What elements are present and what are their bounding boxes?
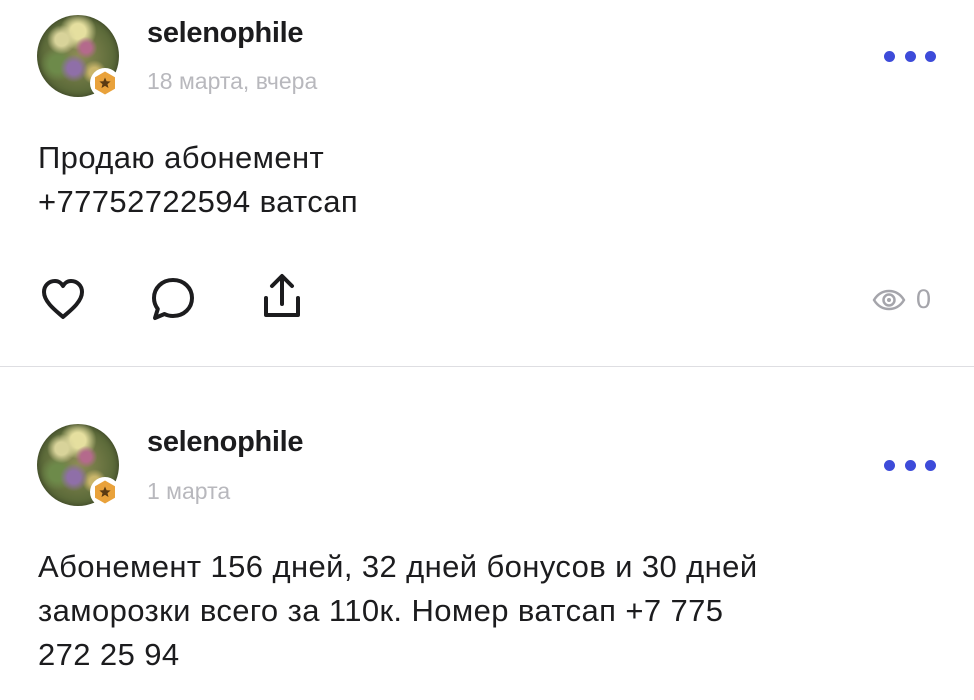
more-dots-icon[interactable] — [884, 46, 936, 66]
post-text-line: 272 25 94 — [38, 637, 180, 672]
post-text-line: Абонемент 156 дней, 32 дней бонусов и 30… — [38, 549, 758, 584]
share-button[interactable] — [257, 272, 307, 322]
eye-icon — [872, 289, 906, 310]
comment-bubble-icon — [152, 278, 194, 320]
like-button[interactable] — [38, 274, 88, 324]
post-text: Продаю абонемент +77752722594 ватсап — [38, 136, 938, 224]
comment-button[interactable] — [148, 274, 198, 324]
username[interactable]: selenophile — [147, 17, 304, 50]
post-text: Абонемент 156 дней, 32 дней бонусов и 30… — [38, 545, 938, 677]
post-text-line: Продаю абонемент — [38, 140, 325, 175]
share-upload-icon — [264, 274, 300, 317]
heart-icon — [42, 279, 84, 319]
feed: selenophile 18 марта, вчера Продаю абоне… — [0, 0, 974, 700]
star-badge-icon — [90, 477, 120, 507]
avatar[interactable] — [37, 424, 120, 507]
username[interactable]: selenophile — [147, 426, 304, 459]
star-badge-icon — [90, 68, 120, 98]
more-dots-icon[interactable] — [884, 455, 936, 475]
post: selenophile 1 марта Абонемент 156 дней, … — [0, 367, 974, 700]
avatar[interactable] — [37, 15, 120, 98]
post-text-line: +77752722594 ватсап — [38, 184, 359, 219]
views-count: 0 — [916, 284, 932, 314]
views-counter: 0 — [872, 284, 931, 315]
post: selenophile 18 марта, вчера Продаю абоне… — [0, 0, 974, 367]
post-date: 18 марта, вчера — [147, 68, 318, 94]
post-text-line: заморозки всего за 110к. Номер ватсап +7… — [38, 593, 724, 628]
post-date: 1 марта — [147, 478, 231, 504]
